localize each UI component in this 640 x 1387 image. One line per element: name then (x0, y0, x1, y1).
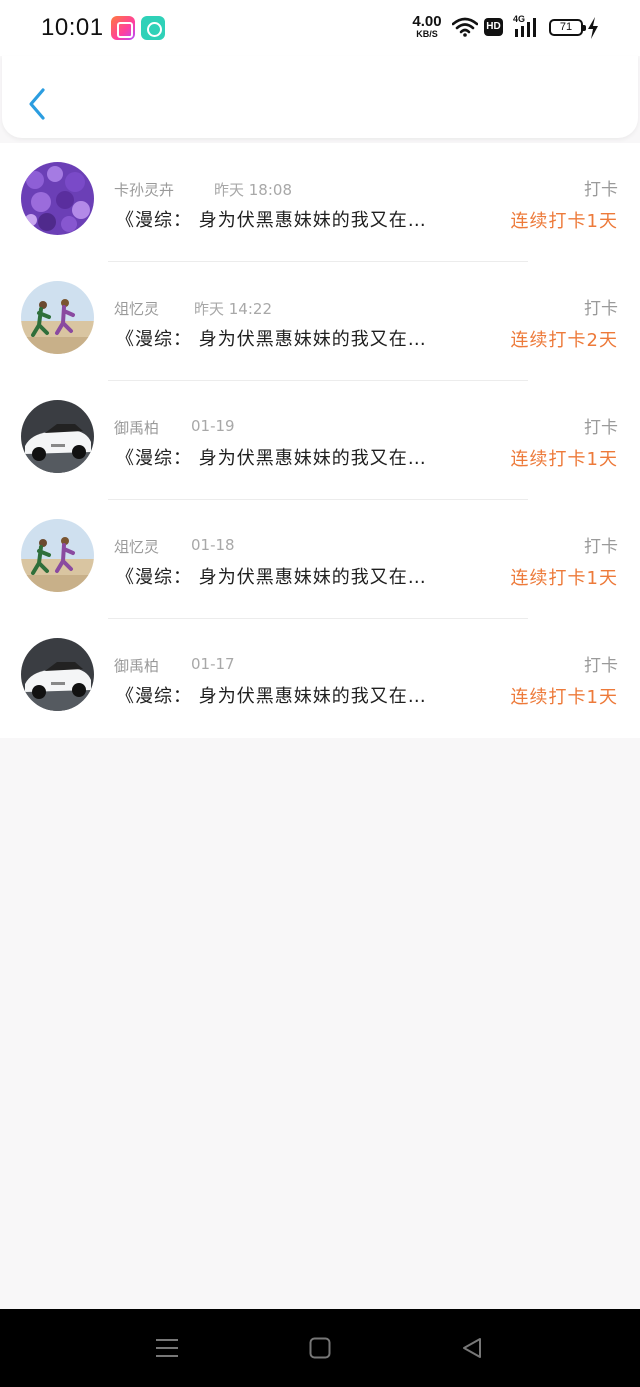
book-message: 《漫综： 身为伏黑惠妹妹的我又在… (116, 686, 427, 707)
book-message: 《漫综： 身为伏黑惠妹妹的我又在… (116, 210, 427, 231)
checkin-button[interactable]: 打卡 (584, 413, 618, 438)
signal-bars-icon (515, 18, 536, 37)
purple-flowers-image (21, 162, 94, 235)
user-name: 俎忆灵 (114, 300, 160, 318)
book-message: 《漫综： 身为伏黑惠妹妹的我又在… (116, 329, 427, 350)
list-item[interactable]: 俎忆灵 昨天 14:22 打卡 《漫综： 身为伏黑惠妹妹的我又在… 连续打卡2天 (0, 262, 640, 381)
charging-bolt-icon (588, 17, 598, 39)
checkin-date: 昨天 14:22 (194, 300, 272, 318)
user-name: 俎忆灵 (114, 538, 160, 556)
checkin-date: 01-17 (191, 655, 235, 673)
status-time: 10:01 (41, 14, 104, 41)
user-name: 御禹柏 (114, 657, 160, 675)
white-car-image (21, 400, 94, 473)
avatar[interactable] (21, 400, 94, 473)
home-button[interactable] (300, 1333, 340, 1363)
streak-label: 连续打卡1天 (510, 211, 618, 232)
chevron-left-icon (29, 88, 45, 120)
recent-apps-button[interactable] (147, 1333, 187, 1363)
video-app-icon (111, 16, 135, 40)
wifi-icon (452, 17, 478, 37)
network-speed-unit: KB/S (416, 29, 438, 39)
list-item[interactable]: 御禹柏 01-19 打卡 《漫综： 身为伏黑惠妹妹的我又在… 连续打卡1天 (0, 381, 640, 500)
streak-label: 连续打卡1天 (510, 449, 618, 470)
system-nav-bar (0, 1309, 640, 1387)
streak-label: 连续打卡2天 (510, 330, 618, 351)
checkin-date: 01-18 (191, 536, 235, 554)
back-button[interactable] (22, 84, 52, 124)
streak-label: 连续打卡1天 (510, 687, 618, 708)
avatar[interactable] (21, 638, 94, 711)
streak-label: 连续打卡1天 (510, 568, 618, 589)
chat-app-icon (141, 16, 165, 40)
checkin-button[interactable]: 打卡 (584, 294, 618, 319)
white-car-image (21, 638, 94, 711)
checkin-date: 01-19 (191, 417, 235, 435)
user-name: 卡孙灵卉 (114, 181, 175, 199)
home-square-icon (309, 1337, 331, 1359)
checkin-date: 昨天 18:08 (214, 181, 292, 199)
menu-icon (156, 1339, 178, 1357)
hd-badge: HD (484, 18, 503, 36)
checkin-button[interactable]: 打卡 (584, 532, 618, 557)
back-triangle-icon (463, 1338, 481, 1358)
header-bar (2, 56, 638, 138)
running-couple-image (21, 519, 94, 592)
book-message: 《漫综： 身为伏黑惠妹妹的我又在… (116, 567, 427, 588)
back-nav-button[interactable] (452, 1333, 492, 1363)
book-message: 《漫综： 身为伏黑惠妹妹的我又在… (116, 448, 427, 469)
checkin-button[interactable]: 打卡 (584, 175, 618, 200)
status-bar: 10:01 4.00 KB/S HD 4G 71 (0, 0, 640, 56)
avatar[interactable] (21, 162, 94, 235)
network-speed: 4.00 KB/S (408, 14, 446, 39)
checkin-button[interactable]: 打卡 (584, 651, 618, 676)
list-item[interactable]: 俎忆灵 01-18 打卡 《漫综： 身为伏黑惠妹妹的我又在… 连续打卡1天 (0, 500, 640, 619)
running-couple-image (21, 281, 94, 354)
battery-indicator: 71 (549, 19, 586, 36)
user-name: 御禹柏 (114, 419, 160, 437)
checkin-list: 卡孙灵卉 昨天 18:08 打卡 《漫综： 身为伏黑惠妹妹的我又在… 连续打卡1… (0, 143, 640, 738)
list-item[interactable]: 御禹柏 01-17 打卡 《漫综： 身为伏黑惠妹妹的我又在… 连续打卡1天 (0, 619, 640, 738)
avatar[interactable] (21, 281, 94, 354)
list-item[interactable]: 卡孙灵卉 昨天 18:08 打卡 《漫综： 身为伏黑惠妹妹的我又在… 连续打卡1… (0, 143, 640, 262)
avatar[interactable] (21, 519, 94, 592)
network-speed-value: 4.00 (412, 13, 442, 30)
